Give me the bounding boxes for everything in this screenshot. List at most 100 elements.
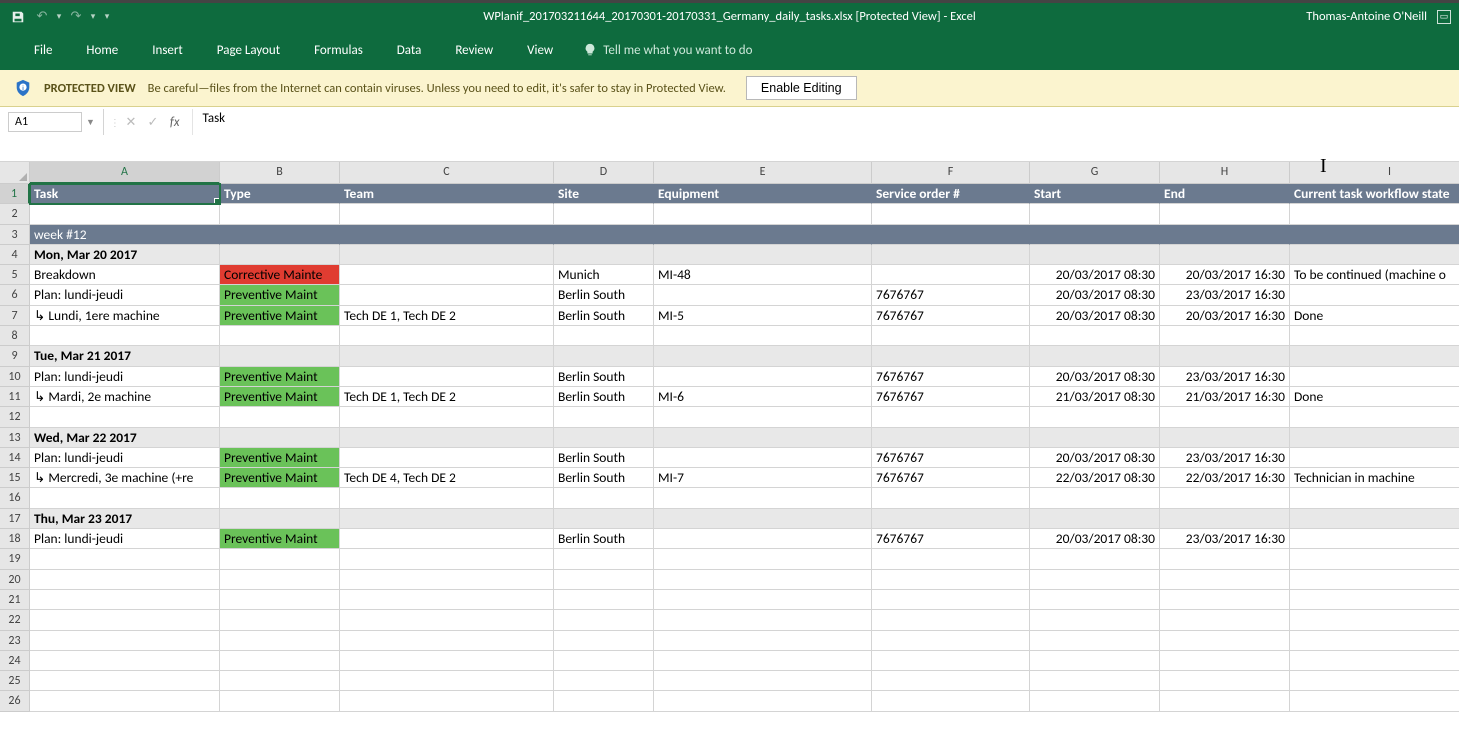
cell-A11[interactable]: ↳ Mardi, 2e machine [30, 387, 220, 407]
cell-F11[interactable]: 7676767 [872, 387, 1030, 407]
cell-A25[interactable] [30, 671, 220, 691]
cell-A19[interactable] [30, 549, 220, 569]
cell-E11[interactable]: MI-6 [654, 387, 872, 407]
cell-G14[interactable]: 20/03/2017 08:30 [1030, 448, 1160, 468]
cell-F1[interactable]: Service order # [872, 184, 1030, 204]
cell-G11[interactable]: 21/03/2017 08:30 [1030, 387, 1160, 407]
cell-A9[interactable]: Tue, Mar 21 2017 [30, 346, 220, 366]
redo-dropdown-icon[interactable]: ▾ [90, 11, 96, 22]
cell-A20[interactable] [30, 570, 220, 590]
cell-H14[interactable]: 23/03/2017 16:30 [1160, 448, 1290, 468]
cell-I26[interactable] [1290, 691, 1459, 711]
cell-G20[interactable] [1030, 570, 1160, 590]
tab-home[interactable]: Home [72, 37, 132, 64]
cell-G6[interactable]: 20/03/2017 08:30 [1030, 285, 1160, 305]
cell-I8[interactable] [1290, 326, 1459, 346]
cell-F26[interactable] [872, 691, 1030, 711]
cell-A21[interactable] [30, 590, 220, 610]
cell-I7[interactable]: Done [1290, 306, 1459, 326]
row-header-11[interactable]: 11 [0, 387, 30, 407]
cell-D5[interactable]: Munich [554, 265, 654, 285]
cell-E6[interactable] [654, 285, 872, 305]
cell-C2[interactable] [340, 204, 554, 224]
cell-A2[interactable] [30, 204, 220, 224]
cell-C18[interactable] [340, 529, 554, 549]
cell-G8[interactable] [1030, 326, 1160, 346]
cell-F14[interactable]: 7676767 [872, 448, 1030, 468]
row-header-7[interactable]: 7 [0, 306, 30, 326]
cell-E1[interactable]: Equipment [654, 184, 872, 204]
cell-G15[interactable]: 22/03/2017 08:30 [1030, 468, 1160, 488]
cell-H11[interactable]: 21/03/2017 16:30 [1160, 387, 1290, 407]
cell-F15[interactable]: 7676767 [872, 468, 1030, 488]
column-header-D[interactable]: D [554, 162, 654, 184]
cell-E22[interactable] [654, 610, 872, 630]
cell-C16[interactable] [340, 488, 554, 508]
cell-B24[interactable] [220, 651, 340, 671]
cell-F4[interactable] [872, 245, 1030, 265]
name-box-dropdown-icon[interactable]: ▼ [82, 117, 99, 128]
cell-G9[interactable] [1030, 346, 1160, 366]
cell-E10[interactable] [654, 367, 872, 387]
cell-D9[interactable] [554, 346, 654, 366]
cell-H24[interactable] [1160, 651, 1290, 671]
cell-B1[interactable]: Type [220, 184, 340, 204]
cell-H7[interactable]: 20/03/2017 16:30 [1160, 306, 1290, 326]
undo-dropdown-icon[interactable]: ▾ [56, 11, 62, 22]
cell-F10[interactable]: 7676767 [872, 367, 1030, 387]
cell-F22[interactable] [872, 610, 1030, 630]
enable-editing-button[interactable]: Enable Editing [746, 76, 857, 100]
cell-D4[interactable] [554, 245, 654, 265]
cell-I1[interactable]: Current task workflow state [1290, 184, 1459, 204]
cell-A7[interactable]: ↳ Lundi, 1ere machine [30, 306, 220, 326]
cell-F2[interactable] [872, 204, 1030, 224]
tab-page-layout[interactable]: Page Layout [203, 37, 294, 64]
cell-C5[interactable] [340, 265, 554, 285]
cell-A15[interactable]: ↳ Mercredi, 3e machine (+re [30, 468, 220, 488]
cell-E14[interactable] [654, 448, 872, 468]
cell-H17[interactable] [1160, 509, 1290, 529]
cell-D10[interactable]: Berlin South [554, 367, 654, 387]
column-header-A[interactable]: A [30, 162, 220, 184]
cell-C25[interactable] [340, 671, 554, 691]
cell-B20[interactable] [220, 570, 340, 590]
cell-F20[interactable] [872, 570, 1030, 590]
cell-H9[interactable] [1160, 346, 1290, 366]
cell-A6[interactable]: Plan: lundi-jeudi [30, 285, 220, 305]
column-header-G[interactable]: G [1030, 162, 1160, 184]
cell-H22[interactable] [1160, 610, 1290, 630]
cell-E21[interactable] [654, 590, 872, 610]
cell-D15[interactable]: Berlin South [554, 468, 654, 488]
cell-A10[interactable]: Plan: lundi-jeudi [30, 367, 220, 387]
cell-F21[interactable] [872, 590, 1030, 610]
cell-D19[interactable] [554, 549, 654, 569]
cell-B22[interactable] [220, 610, 340, 630]
cell-I3[interactable] [1290, 225, 1459, 245]
tab-formulas[interactable]: Formulas [300, 37, 377, 64]
cell-C6[interactable] [340, 285, 554, 305]
cell-E4[interactable] [654, 245, 872, 265]
cell-C24[interactable] [340, 651, 554, 671]
cell-H5[interactable]: 20/03/2017 16:30 [1160, 265, 1290, 285]
row-header-15[interactable]: 15 [0, 468, 30, 488]
cell-F13[interactable] [872, 428, 1030, 448]
cell-F17[interactable] [872, 509, 1030, 529]
cell-B9[interactable] [220, 346, 340, 366]
row-header-1[interactable]: 1 [0, 184, 30, 204]
row-header-14[interactable]: 14 [0, 448, 30, 468]
undo-icon[interactable]: ↶ [32, 7, 52, 27]
cell-H12[interactable] [1160, 407, 1290, 427]
name-box[interactable]: A1 [8, 112, 82, 132]
row-header-24[interactable]: 24 [0, 651, 30, 671]
cell-F9[interactable] [872, 346, 1030, 366]
row-header-22[interactable]: 22 [0, 610, 30, 630]
row-header-26[interactable]: 26 [0, 691, 30, 711]
cell-E7[interactable]: MI-5 [654, 306, 872, 326]
cell-C8[interactable] [340, 326, 554, 346]
row-header-5[interactable]: 5 [0, 265, 30, 285]
cell-A5[interactable]: Breakdown [30, 265, 220, 285]
cell-G12[interactable] [1030, 407, 1160, 427]
cell-D2[interactable] [554, 204, 654, 224]
cell-H23[interactable] [1160, 631, 1290, 651]
cell-B23[interactable] [220, 631, 340, 651]
